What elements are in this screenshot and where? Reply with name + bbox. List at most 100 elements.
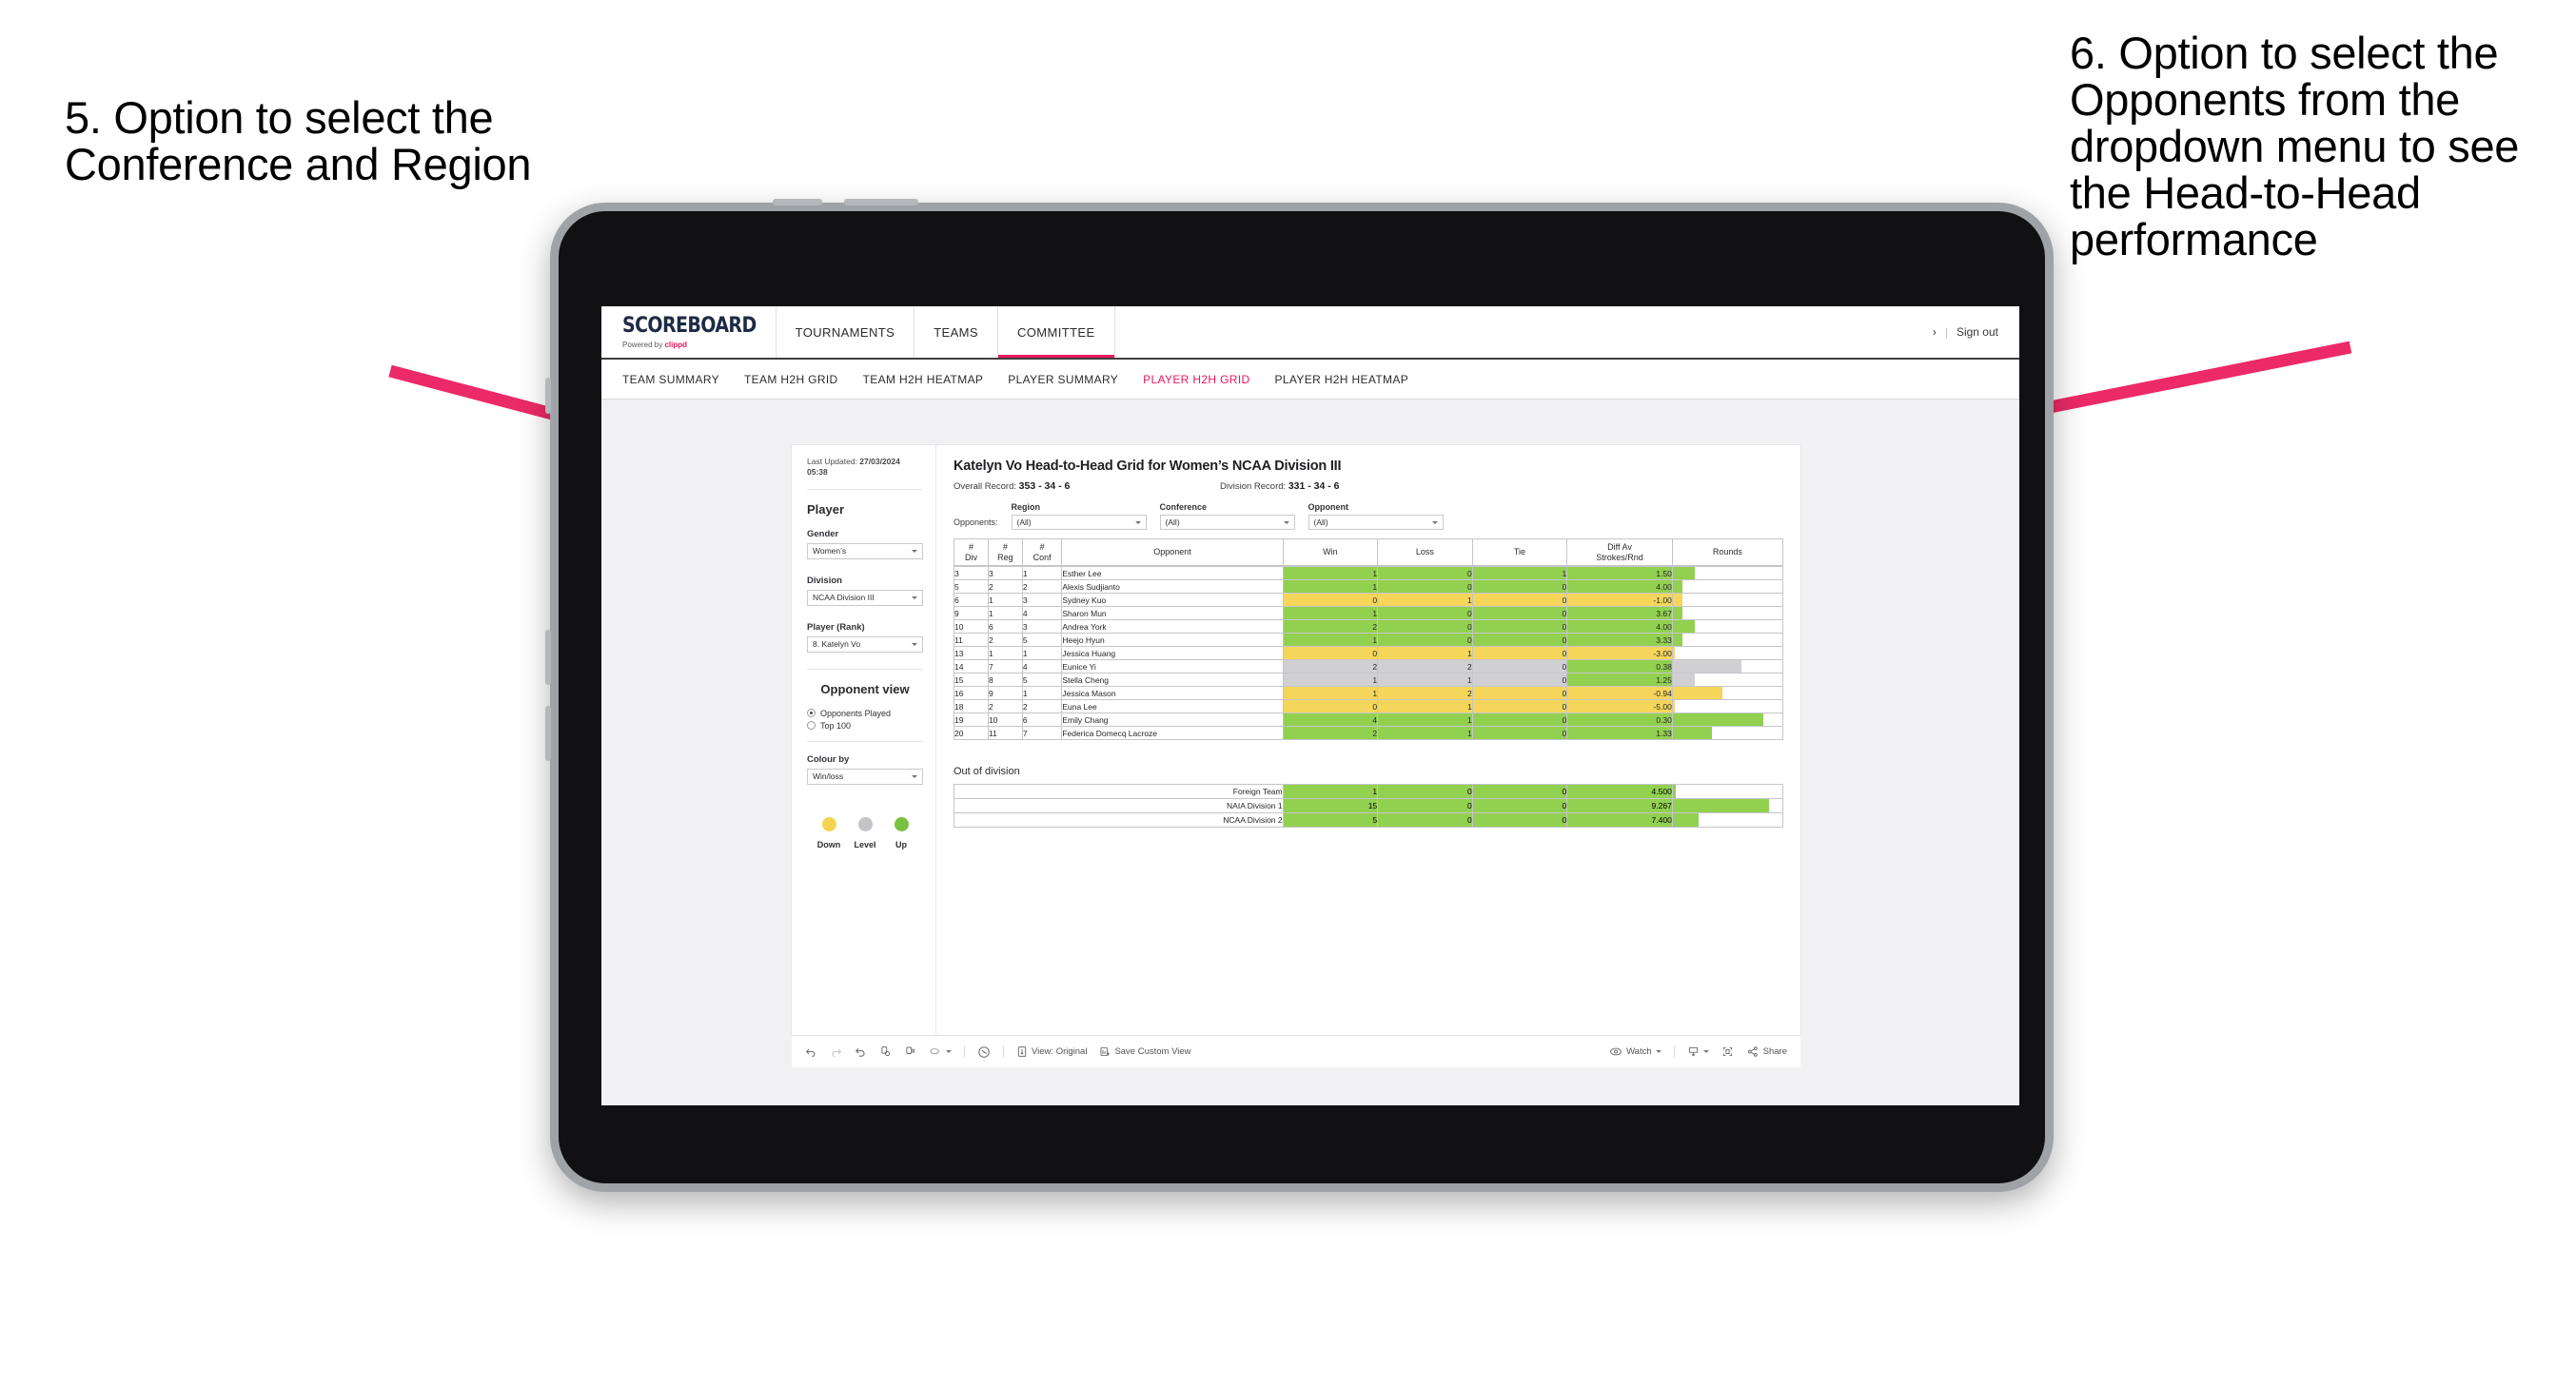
subnav-player-h2h-heatmap[interactable]: PLAYER H2H HEATMAP <box>1275 373 1409 386</box>
cell-conf: 1 <box>1021 686 1063 700</box>
sign-out-link[interactable]: Sign out <box>1957 325 1998 339</box>
col-loss[interactable]: Loss <box>1377 538 1473 566</box>
share-button[interactable]: Share <box>1746 1045 1787 1058</box>
col-opponent[interactable]: Opponent <box>1061 538 1284 566</box>
cell-rounds-value <box>1722 689 1725 698</box>
table-row[interactable]: 10 6 3 Andrea York 2 0 0 4.00 <box>954 619 1783 634</box>
radio-opponents-played[interactable]: Opponents Played <box>807 709 923 718</box>
h2h-grid-scroll-area[interactable]: 3 3 1 Esther Lee 1 0 1 1.50 5 2 2 Alexis Sudjianto 1… <box>954 566 1783 745</box>
region-dropdown[interactable]: (All) <box>1011 515 1147 530</box>
watch-button[interactable]: Watch <box>1609 1045 1662 1058</box>
table-row[interactable]: 6 1 3 Sydney Kuo 0 1 0 -1.00 <box>954 593 1783 607</box>
cell-rounds-value <box>1695 675 1698 685</box>
table-row[interactable]: 5 2 2 Alexis Sudjianto 1 0 0 4.00 <box>954 579 1783 594</box>
cell-tie: 0 <box>1471 699 1568 713</box>
table-row[interactable]: NAIA Division 1 15 0 0 9.267 <box>954 798 1784 813</box>
cell-ood-rounds <box>1671 812 1784 828</box>
col-div[interactable]: # Div <box>954 538 989 566</box>
table-row[interactable]: 19 10 6 Emily Chang 4 1 0 0.30 <box>954 713 1783 727</box>
viz-main: Katelyn Vo Head-to-Head Grid for Women’s… <box>936 445 1800 1035</box>
nav-committee[interactable]: COMMITTEE <box>998 306 1115 358</box>
subnav-team-h2h-heatmap[interactable]: TEAM H2H HEATMAP <box>863 373 984 386</box>
h2h-grid-body-table: 3 3 1 Esther Lee 1 0 1 1.50 5 2 2 Alexis Sudjianto 1… <box>954 566 1783 740</box>
cell-ood-rounds <box>1671 798 1784 813</box>
player-rank-dropdown[interactable]: 8. Katelyn Vo <box>807 635 923 653</box>
download-button[interactable] <box>1687 1045 1709 1058</box>
cell-conf: 3 <box>1021 619 1063 634</box>
header-right: › | Sign out <box>1933 306 2019 358</box>
table-row[interactable]: 20 11 7 Federica Domecq Lacroze 2 1 0 1.33 <box>954 726 1783 740</box>
col-diff-av[interactable]: Diff Av Strokes/Rnd <box>1566 538 1673 566</box>
opponent-dropdown[interactable]: (All) <box>1308 515 1444 530</box>
subnav-team-summary[interactable]: TEAM SUMMARY <box>622 373 719 386</box>
h2h-grid-wrapper: # Div # Reg # Conf Opponent Win Loss Tie Di… <box>954 538 1784 828</box>
table-row[interactable]: 16 9 1 Jessica Mason 1 2 0 -0.94 <box>954 686 1783 700</box>
opponent-label: Opponent <box>1308 502 1349 512</box>
refresh-icon[interactable] <box>879 1045 892 1058</box>
pause-auto-update-icon[interactable] <box>977 1045 991 1059</box>
cell-reg: 2 <box>987 633 1023 647</box>
revert-icon[interactable] <box>855 1045 867 1058</box>
view-original-button[interactable]: View: Original <box>1016 1045 1087 1058</box>
pause-icon[interactable] <box>904 1045 916 1058</box>
table-row[interactable]: 18 2 2 Euna Lee 0 1 0 -5.00 <box>954 699 1783 713</box>
chevron-right-icon[interactable]: › <box>1933 325 1937 339</box>
table-row[interactable]: 11 2 5 Heejo Hyun 1 0 0 3.33 <box>954 633 1783 647</box>
cell-diff-av: 1.33 <box>1566 726 1673 740</box>
toolbar-divider-2 <box>1003 1045 1004 1058</box>
cell-reg: 10 <box>987 713 1023 727</box>
subnav-player-h2h-grid[interactable]: PLAYER H2H GRID <box>1143 373 1249 386</box>
col-reg[interactable]: # Reg <box>987 538 1023 566</box>
cell-conf: 5 <box>1021 673 1063 687</box>
loop-dropdown[interactable] <box>929 1045 952 1058</box>
cell-div: 5 <box>954 579 989 594</box>
col-conf[interactable]: # Conf <box>1021 538 1063 566</box>
divider-2 <box>807 668 923 670</box>
cell-opponent: Sharon Mun <box>1061 606 1284 620</box>
division-record: Division Record: 331 - 34 - 6 <box>1220 480 1486 492</box>
redo-icon[interactable] <box>830 1045 842 1058</box>
cell-rounds <box>1671 566 1783 580</box>
region-filter: Region (All) <box>1011 502 1147 530</box>
radio-top-100-label: Top 100 <box>820 720 852 731</box>
cell-reg: 6 <box>987 619 1023 634</box>
cell-ood-name: NCAA Division 2 <box>954 812 1284 828</box>
undo-icon[interactable] <box>805 1045 817 1058</box>
cell-opponent: Esther Lee <box>1061 566 1284 580</box>
legend-level: Level <box>849 816 881 849</box>
col-win[interactable]: Win <box>1282 538 1379 566</box>
conference-dropdown[interactable]: (All) <box>1159 515 1295 530</box>
cell-tie: 0 <box>1471 713 1568 727</box>
radio-top-100[interactable]: Top 100 <box>807 721 923 731</box>
table-row[interactable]: 3 3 1 Esther Lee 1 0 1 1.50 <box>954 566 1783 580</box>
subnav-team-h2h-grid[interactable]: TEAM H2H GRID <box>744 373 838 386</box>
gender-dropdown[interactable]: Women’s <box>807 542 923 559</box>
table-row[interactable]: Foreign Team 1 0 0 4.500 <box>954 784 1784 799</box>
fullscreen-button[interactable] <box>1721 1045 1734 1058</box>
brand-title: SCOREBOARD <box>622 313 757 338</box>
save-custom-view-button[interactable]: Save Custom View <box>1099 1045 1191 1058</box>
nav-tournaments[interactable]: TOURNAMENTS <box>777 306 915 358</box>
cell-ood-name: Foreign Team <box>954 784 1284 799</box>
table-row[interactable]: 9 1 4 Sharon Mun 1 0 0 3.67 <box>954 606 1783 620</box>
table-row[interactable]: NCAA Division 2 5 0 0 7.400 <box>954 812 1784 828</box>
cell-loss: 1 <box>1377 699 1473 713</box>
nav-teams[interactable]: TEAMS <box>914 306 998 358</box>
division-dropdown[interactable]: NCAA Division III <box>807 589 923 606</box>
cell-diff-av: -3.00 <box>1566 646 1673 660</box>
chevron-down-icon <box>912 642 917 646</box>
cell-opponent: Alexis Sudjianto <box>1061 579 1284 594</box>
cell-conf: 6 <box>1021 713 1063 727</box>
table-row[interactable]: 15 8 5 Stella Cheng 1 1 0 1.25 <box>954 673 1783 687</box>
table-row[interactable]: 14 7 4 Eunice Yi 2 2 0 0.38 <box>954 659 1783 673</box>
table-row[interactable]: 13 1 1 Jessica Huang 0 1 0 -3.00 <box>954 646 1783 660</box>
opponent-value: (All) <box>1313 517 1328 527</box>
colour-by-dropdown[interactable]: Win/loss <box>807 768 923 785</box>
cell-rounds-value <box>1675 649 1678 658</box>
radio-icon <box>807 709 816 718</box>
subnav-player-summary[interactable]: PLAYER SUMMARY <box>1008 373 1118 386</box>
col-tie[interactable]: Tie <box>1471 538 1568 566</box>
col-rounds[interactable]: Rounds <box>1671 538 1784 566</box>
conference-label: Conference <box>1159 502 1208 512</box>
brand-logo[interactable]: SCOREBOARD Powered by clippd <box>601 306 777 358</box>
